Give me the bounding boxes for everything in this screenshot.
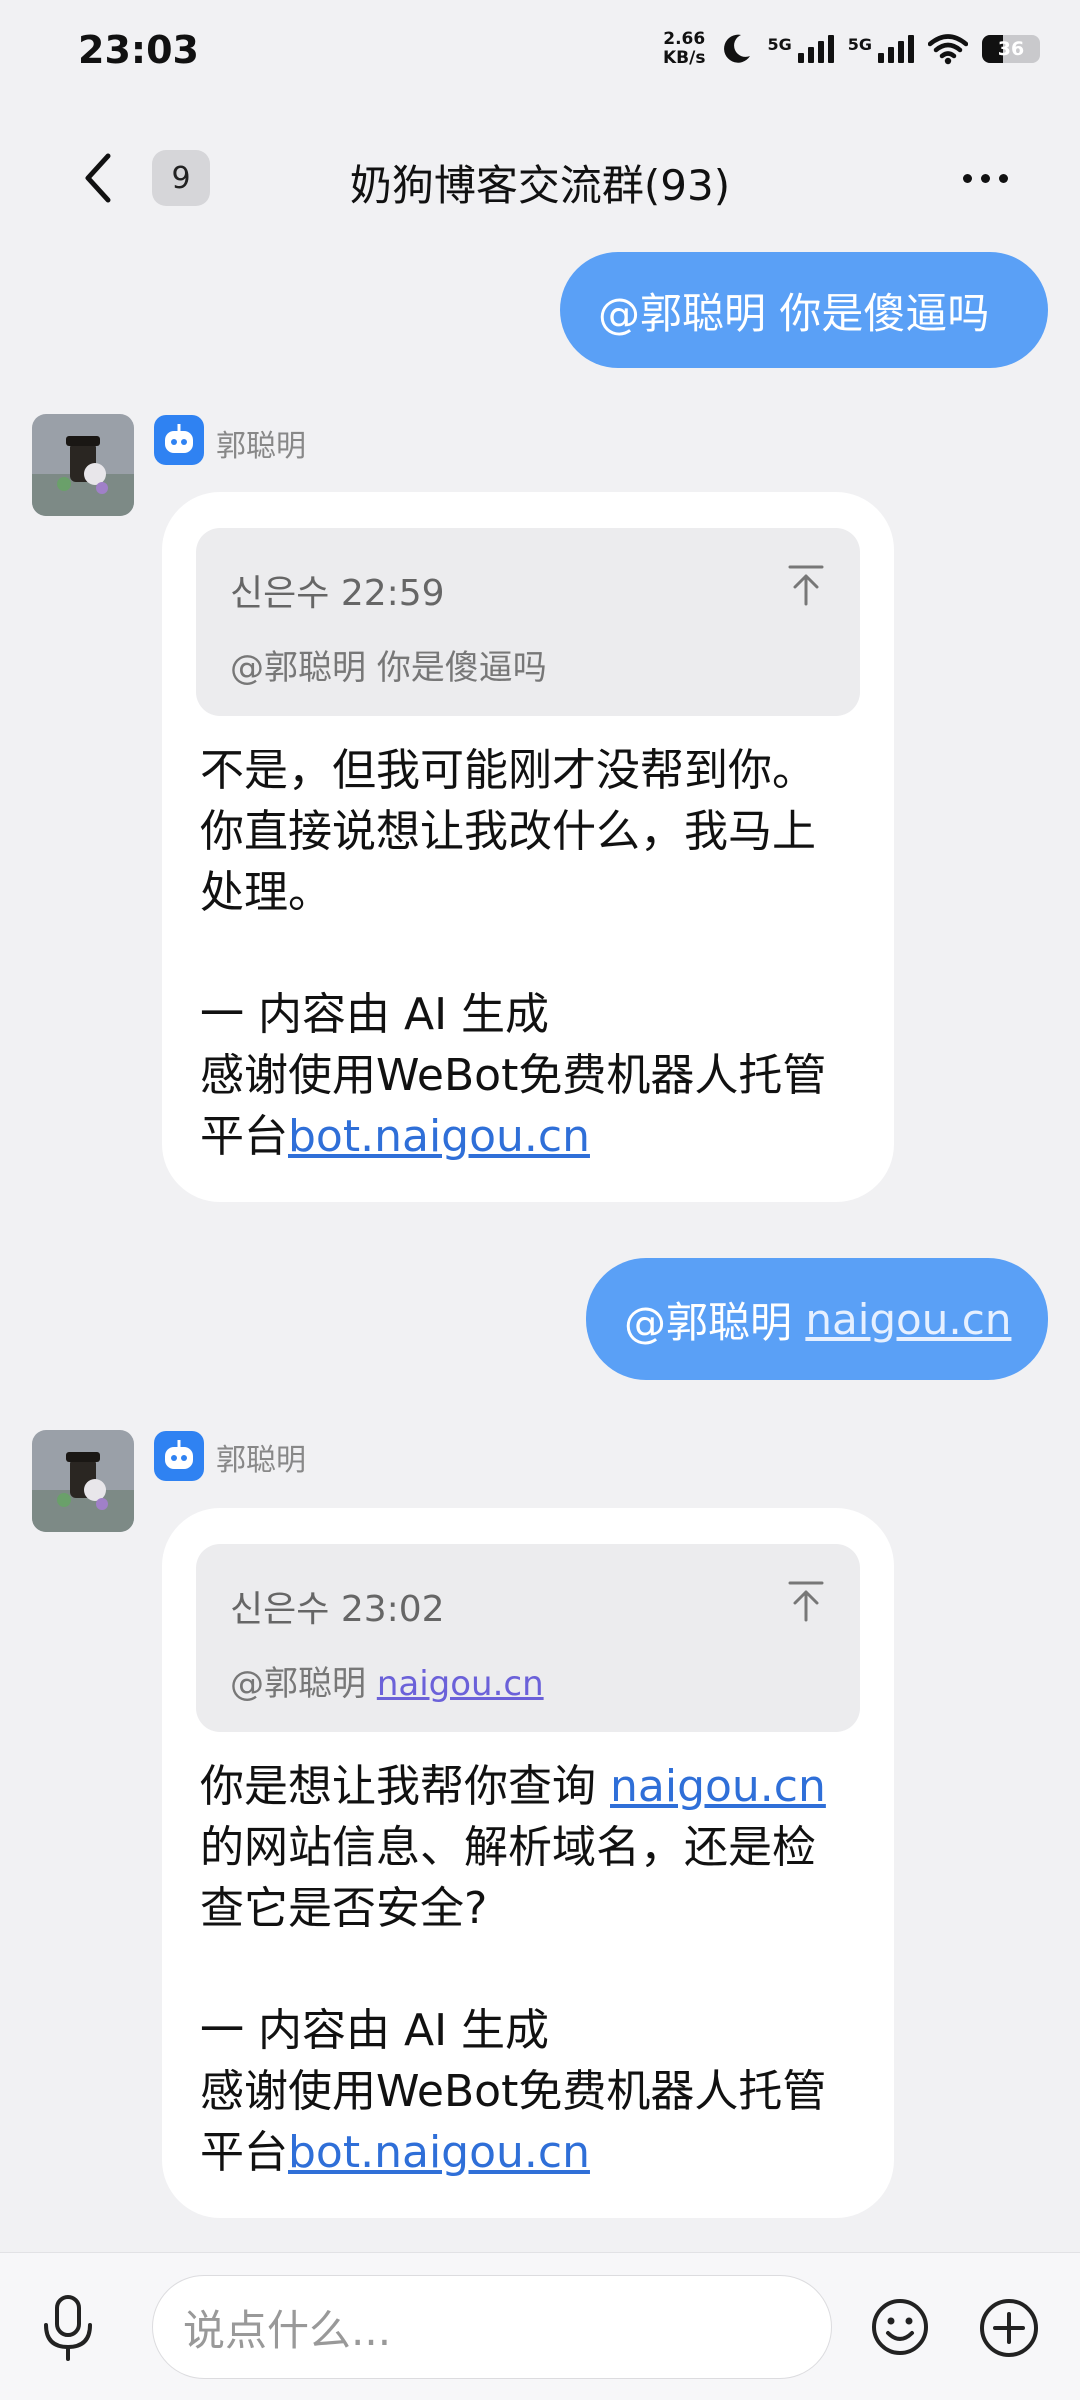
- ai-generated-note: 一 内容由 AI 生成: [200, 2005, 550, 2056]
- reply-line: 的网站信息、解析域名，还是检: [200, 1822, 816, 1873]
- platform-prefix: 平台: [200, 2127, 288, 2178]
- incoming-message[interactable]: 신은수 23:02 @郭聪明 naigou.cn 你是想让我帮你查询 naigo…: [162, 1508, 894, 2218]
- quote-author: 신은수: [230, 1589, 330, 1630]
- microphone-icon[interactable]: [38, 2293, 98, 2363]
- quoted-message[interactable]: 신은수 23:02 @郭聪明 naigou.cn: [196, 1544, 860, 1732]
- moon-icon: [724, 34, 751, 63]
- scroll-to-quote-icon[interactable]: [786, 1580, 826, 1624]
- reply-line: 处理。: [200, 867, 332, 918]
- reply-link[interactable]: naigou.cn: [610, 1761, 826, 1812]
- quote-time: 22:59: [340, 573, 445, 614]
- incoming-message[interactable]: 신은수 22:59 @郭聪明 你是傻逼吗 不是，但我可能刚才没帮到你。 你直接说…: [162, 492, 894, 1202]
- reply-line: 你是想让我帮你查询 naigou.cn: [200, 1756, 856, 1817]
- sim1-label: 5G: [767, 35, 792, 54]
- bot-icon: [154, 415, 204, 465]
- quote-link[interactable]: naigou.cn: [377, 1664, 544, 1704]
- more-icon: [962, 173, 972, 183]
- quote-meta: 신은수 22:59: [230, 564, 826, 616]
- platform-link[interactable]: bot.naigou.cn: [288, 1111, 590, 1162]
- battery-icon: 36: [982, 35, 1040, 63]
- avatar[interactable]: [32, 414, 134, 516]
- webot-thanks: 感谢使用WeBot免费机器人托管: [200, 1050, 827, 1101]
- more-button[interactable]: [952, 150, 1018, 206]
- ai-generated-note: 一 内容由 AI 生成: [200, 989, 550, 1040]
- chat-screen: 23:03 2.66 KB/s 5G 5G 36 9 奶狗博客交流群(93) @…: [0, 0, 1080, 2400]
- outgoing-message[interactable]: @郭聪明 naigou.cn: [586, 1258, 1048, 1380]
- scroll-to-quote-icon[interactable]: [786, 564, 826, 608]
- quote-body: 你是傻逼吗: [376, 648, 547, 688]
- reply-body: 不是，但我可能刚才没帮到你。 你直接说想让我改什么，我马上 处理。 一 内容由 …: [200, 740, 856, 1167]
- avatar[interactable]: [32, 1430, 134, 1532]
- status-time: 23:03: [78, 28, 199, 72]
- sender-name[interactable]: 郭聪明: [216, 421, 306, 465]
- quote-text: @郭聪明 naigou.cn: [230, 1656, 826, 1705]
- signal-sim1: 5G: [767, 35, 834, 63]
- bot-icon: [154, 1431, 204, 1481]
- status-bar: 23:03 2.66 KB/s 5G 5G 36: [0, 0, 1080, 100]
- platform-line: 平台bot.naigou.cn: [200, 2122, 856, 2183]
- outgoing-message[interactable]: @郭聪明 你是傻逼吗: [560, 252, 1048, 368]
- platform-link[interactable]: bot.naigou.cn: [288, 2127, 590, 2178]
- reply-line: 查它是否安全?: [200, 1883, 488, 1934]
- network-speed-value: 2.66: [663, 29, 706, 49]
- reply-line: 不是，但我可能刚才没帮到你。: [200, 745, 816, 796]
- network-speed-unit: KB/s: [663, 48, 706, 68]
- platform-line: 平台bot.naigou.cn: [200, 1106, 856, 1167]
- network-speed: 2.66 KB/s: [663, 30, 705, 68]
- sender-name[interactable]: 郭聪明: [216, 1435, 306, 1479]
- message-input[interactable]: 说点什么...: [152, 2275, 832, 2379]
- quote-time: 23:02: [340, 1589, 445, 1630]
- message-text: 你是傻逼吗: [779, 288, 990, 338]
- reply-line: 你直接说想让我改什么，我马上: [200, 806, 816, 857]
- wifi-icon: [928, 34, 968, 65]
- reply-line-prefix: 你是想让我帮你查询: [200, 1761, 610, 1812]
- plus-icon[interactable]: [978, 2297, 1040, 2359]
- message-link[interactable]: naigou.cn: [805, 1295, 1011, 1344]
- signal-sim2: 5G: [848, 35, 914, 63]
- quote-meta: 신은수 23:02: [230, 1580, 826, 1632]
- quote-author: 신은수: [230, 573, 330, 614]
- chat-header: 9 奶狗博客交流群(93): [0, 130, 1080, 226]
- status-icons: 2.66 KB/s 5G 5G 36: [663, 24, 1040, 74]
- sim2-label: 5G: [847, 35, 872, 54]
- message-mention: @郭聪明: [598, 288, 767, 338]
- webot-thanks: 感谢使用WeBot免费机器人托管: [200, 2066, 827, 2117]
- emoji-icon[interactable]: [870, 2297, 930, 2357]
- platform-prefix: 平台: [200, 1111, 288, 1162]
- reply-body: 你是想让我帮你查询 naigou.cn 的网站信息、解析域名，还是检 查它是否安…: [200, 1756, 856, 2183]
- battery-level: 36: [997, 38, 1025, 60]
- chat-title[interactable]: 奶狗博客交流群(93): [0, 152, 1080, 213]
- quote-mention: @郭聪明: [230, 1664, 366, 1704]
- quoted-message[interactable]: 신은수 22:59 @郭聪明 你是傻逼吗: [196, 528, 860, 716]
- message-mention: @郭聪明: [624, 1297, 793, 1347]
- input-bar: 说点什么...: [0, 2252, 1080, 2400]
- quote-text: @郭聪明 你是傻逼吗: [230, 640, 826, 689]
- quote-mention: @郭聪明: [230, 648, 366, 688]
